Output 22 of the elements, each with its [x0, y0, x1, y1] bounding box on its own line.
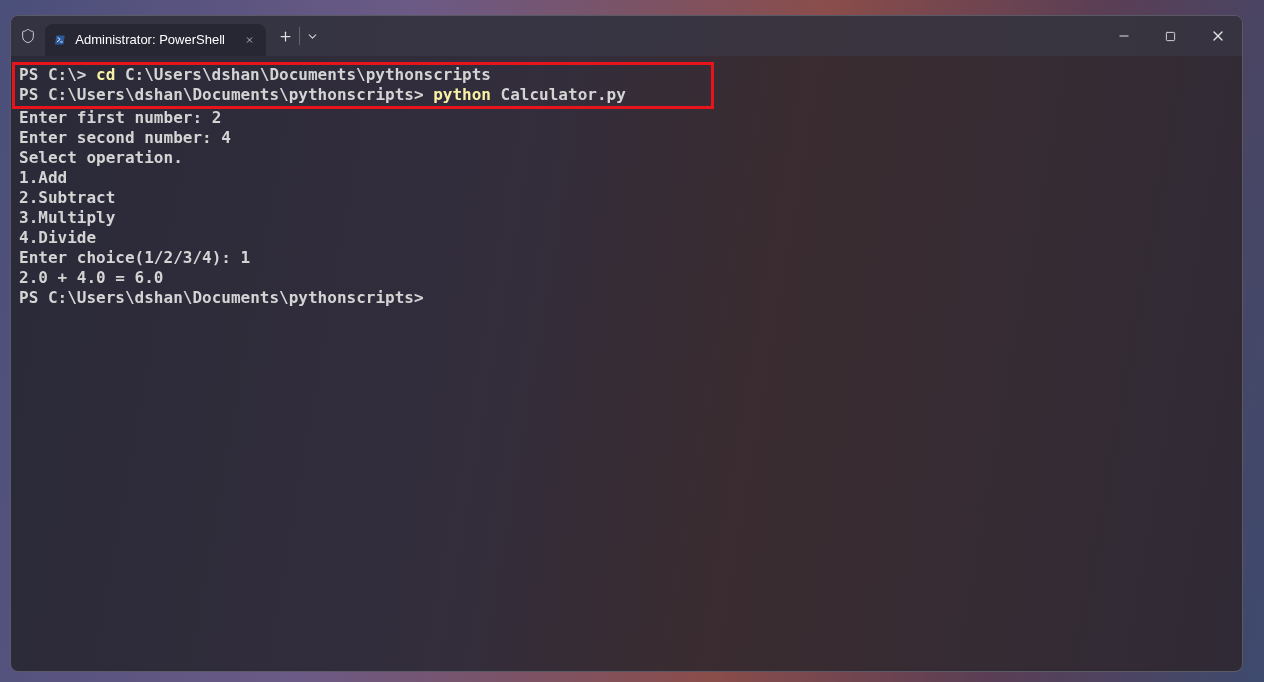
terminal-output-text: 3.Multiply	[19, 208, 116, 228]
shield-icon[interactable]	[20, 28, 36, 44]
maximize-icon[interactable]	[1165, 30, 1176, 42]
terminal-argument: C:\Users\dshan\Documents\pythonscripts	[124, 65, 491, 85]
terminal-prompt: PS C:\>	[19, 65, 87, 85]
terminal-command: python	[433, 85, 491, 105]
terminal-output-text: Enter first number: 2	[19, 108, 222, 128]
new-tab-icon[interactable]	[278, 28, 293, 44]
terminal-argument: Calculator.py	[500, 85, 626, 105]
terminal-output-text: Enter choice(1/2/3/4): 1	[19, 248, 251, 268]
terminal-output-text: Select operation.	[19, 148, 183, 168]
powershell-icon	[55, 33, 66, 47]
terminal-output-text: 2.Subtract	[19, 188, 116, 208]
terminal-prompt: PS C:\Users\dshan\Documents\pythonscripts>	[19, 288, 424, 308]
terminal-output-text: Enter second number: 4	[19, 128, 231, 148]
terminal-output-text: 2.0 + 4.0 = 6.0	[19, 268, 164, 288]
tab-title: Administrator: PowerShell	[75, 31, 225, 50]
terminal-output-text: 1.Add	[19, 168, 68, 188]
terminal-command: cd	[96, 65, 116, 85]
terminal-tab[interactable]: Administrator: PowerShell	[45, 24, 266, 56]
terminal-prompt: PS C:\Users\dshan\Documents\pythonscripts>	[19, 85, 424, 105]
terminal-output-text: 4.Divide	[19, 228, 97, 248]
